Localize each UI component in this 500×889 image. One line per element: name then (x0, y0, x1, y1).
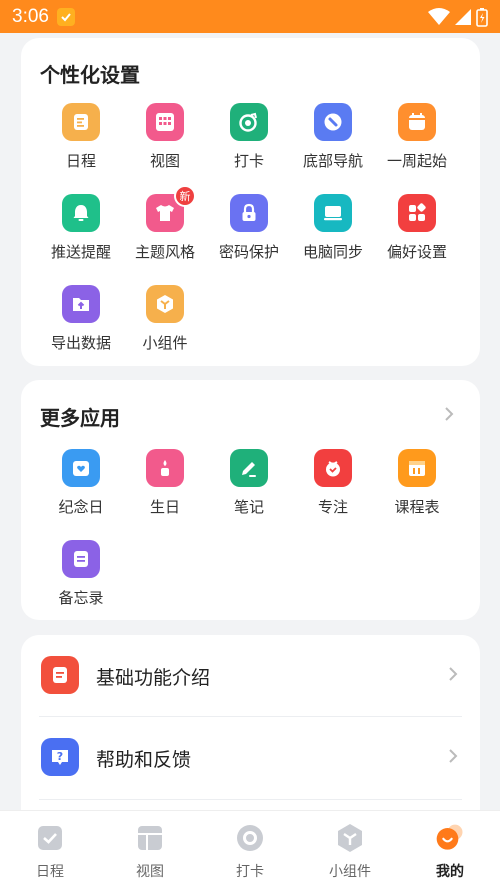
tab-mine[interactable]: 我的 (400, 823, 500, 881)
chevron-right-icon (449, 749, 458, 763)
more-apps-title[interactable]: 更多应用 (40, 402, 120, 431)
birthday-candle-icon (146, 449, 184, 487)
setting-label: 主题风格 (134, 243, 195, 261)
list-item-help-feedback[interactable]: ? 帮助和反馈 (21, 717, 480, 799)
anniversary-icon (62, 449, 100, 487)
view-layout-icon (135, 823, 165, 853)
setting-week-start[interactable]: 一周起始 (375, 103, 459, 171)
wifi-icon (428, 7, 450, 25)
setting-label: 日程 (65, 152, 96, 170)
view-grid-icon (146, 103, 184, 141)
setting-label: 偏好设置 (386, 243, 447, 261)
tab-view[interactable]: 视图 (100, 823, 200, 881)
checkin-circle-icon (235, 823, 265, 853)
schedule-icon (62, 103, 100, 141)
app-focus[interactable]: 专注 (291, 449, 375, 517)
calendar-icon (398, 103, 436, 141)
mine-smile-icon (435, 823, 465, 853)
monitor-icon (314, 194, 352, 232)
app-label: 生日 (149, 498, 180, 516)
app-memo[interactable]: 备忘录 (39, 540, 123, 608)
personalization-title: 个性化设置 (40, 63, 140, 87)
setting-label: 导出数据 (50, 334, 111, 352)
tab-label: 打卡 (236, 864, 264, 880)
setting-label: 打卡 (233, 152, 264, 170)
tshirt-icon: 新 (146, 185, 196, 232)
setting-export-data[interactable]: 导出数据 (39, 285, 123, 353)
divider (39, 799, 462, 800)
app-notes[interactable]: 笔记 (207, 449, 291, 517)
app-birthday[interactable]: 生日 (123, 449, 207, 517)
timetable-icon (398, 449, 436, 487)
setting-label: 电脑同步 (302, 243, 363, 261)
pen-icon (230, 449, 268, 487)
setting-push-reminder[interactable]: 推送提醒 (39, 194, 123, 262)
list-item-label: 基础功能介绍 (96, 667, 211, 689)
app-anniversary[interactable]: 纪念日 (39, 449, 123, 517)
personalization-card: 个性化设置 日程 视图 打卡 底部导航 一周起始 推送提醒 新 主题风格 密码保… (21, 38, 480, 366)
setting-label: 推送提醒 (50, 243, 111, 261)
setting-theme[interactable]: 新 主题风格 (123, 185, 207, 262)
tab-widget[interactable]: 小组件 (300, 823, 400, 881)
setting-bottom-nav[interactable]: 底部导航 (291, 103, 375, 171)
setting-label: 小组件 (142, 334, 188, 352)
battery-icon (476, 7, 488, 27)
tab-label: 日程 (36, 864, 64, 880)
tab-label: 视图 (136, 864, 164, 880)
setting-view[interactable]: 视图 (123, 103, 207, 171)
status-bar: 3:06 (0, 0, 500, 33)
chevron-right-icon (449, 667, 458, 681)
export-folder-icon (62, 285, 100, 323)
bell-icon (62, 194, 100, 232)
app-label: 备忘录 (58, 589, 104, 607)
schedule-check-icon (35, 823, 65, 853)
app-label: 课程表 (394, 498, 440, 516)
tab-label: 小组件 (329, 864, 371, 880)
more-apps-card: 更多应用 纪念日 生日 笔记 专注 课程表 备忘录 (21, 380, 480, 620)
setting-widget[interactable]: 小组件 (123, 285, 207, 353)
widget-cube-icon (335, 823, 365, 853)
bottom-tab-bar: 日程 视图 打卡 小组件 我的 (0, 810, 500, 889)
setting-label: 密码保护 (218, 243, 279, 261)
setting-preferences[interactable]: 偏好设置 (375, 194, 459, 262)
help-question-icon: ? (41, 738, 79, 776)
svg-text:?: ? (57, 750, 63, 763)
checkin-target-icon (230, 103, 268, 141)
setting-schedule[interactable]: 日程 (39, 103, 123, 171)
setting-pc-sync[interactable]: 电脑同步 (291, 194, 375, 262)
widget-box-icon (146, 285, 184, 323)
app-notification-icon (56, 7, 75, 26)
compass-icon (314, 103, 352, 141)
app-label: 纪念日 (58, 498, 104, 516)
status-indicators (428, 7, 488, 27)
app-timetable[interactable]: 课程表 (375, 449, 459, 517)
setting-label: 视图 (149, 152, 180, 170)
app-label: 专注 (317, 498, 348, 516)
setting-label: 一周起始 (386, 152, 447, 170)
document-icon (41, 656, 79, 694)
setting-checkin[interactable]: 打卡 (207, 103, 291, 171)
list-item-label: 帮助和反馈 (96, 749, 192, 771)
status-time: 3:06 (12, 5, 49, 27)
tab-label: 我的 (436, 864, 464, 880)
tab-checkin[interactable]: 打卡 (200, 823, 300, 881)
setting-label: 底部导航 (302, 152, 363, 170)
setting-password[interactable]: 密码保护 (207, 194, 291, 262)
help-list-card: 基础功能介绍 ? 帮助和反馈 (21, 635, 480, 835)
signal-icon (455, 8, 471, 25)
app-label: 笔记 (233, 498, 264, 516)
list-item-basic-intro[interactable]: 基础功能介绍 (21, 635, 480, 717)
memo-icon (62, 540, 100, 578)
chevron-right-icon[interactable] (444, 406, 454, 422)
preferences-icon (398, 194, 436, 232)
new-badge: 新 (174, 185, 196, 207)
tab-schedule[interactable]: 日程 (0, 823, 100, 881)
lock-icon (230, 194, 268, 232)
tomato-icon (314, 449, 352, 487)
